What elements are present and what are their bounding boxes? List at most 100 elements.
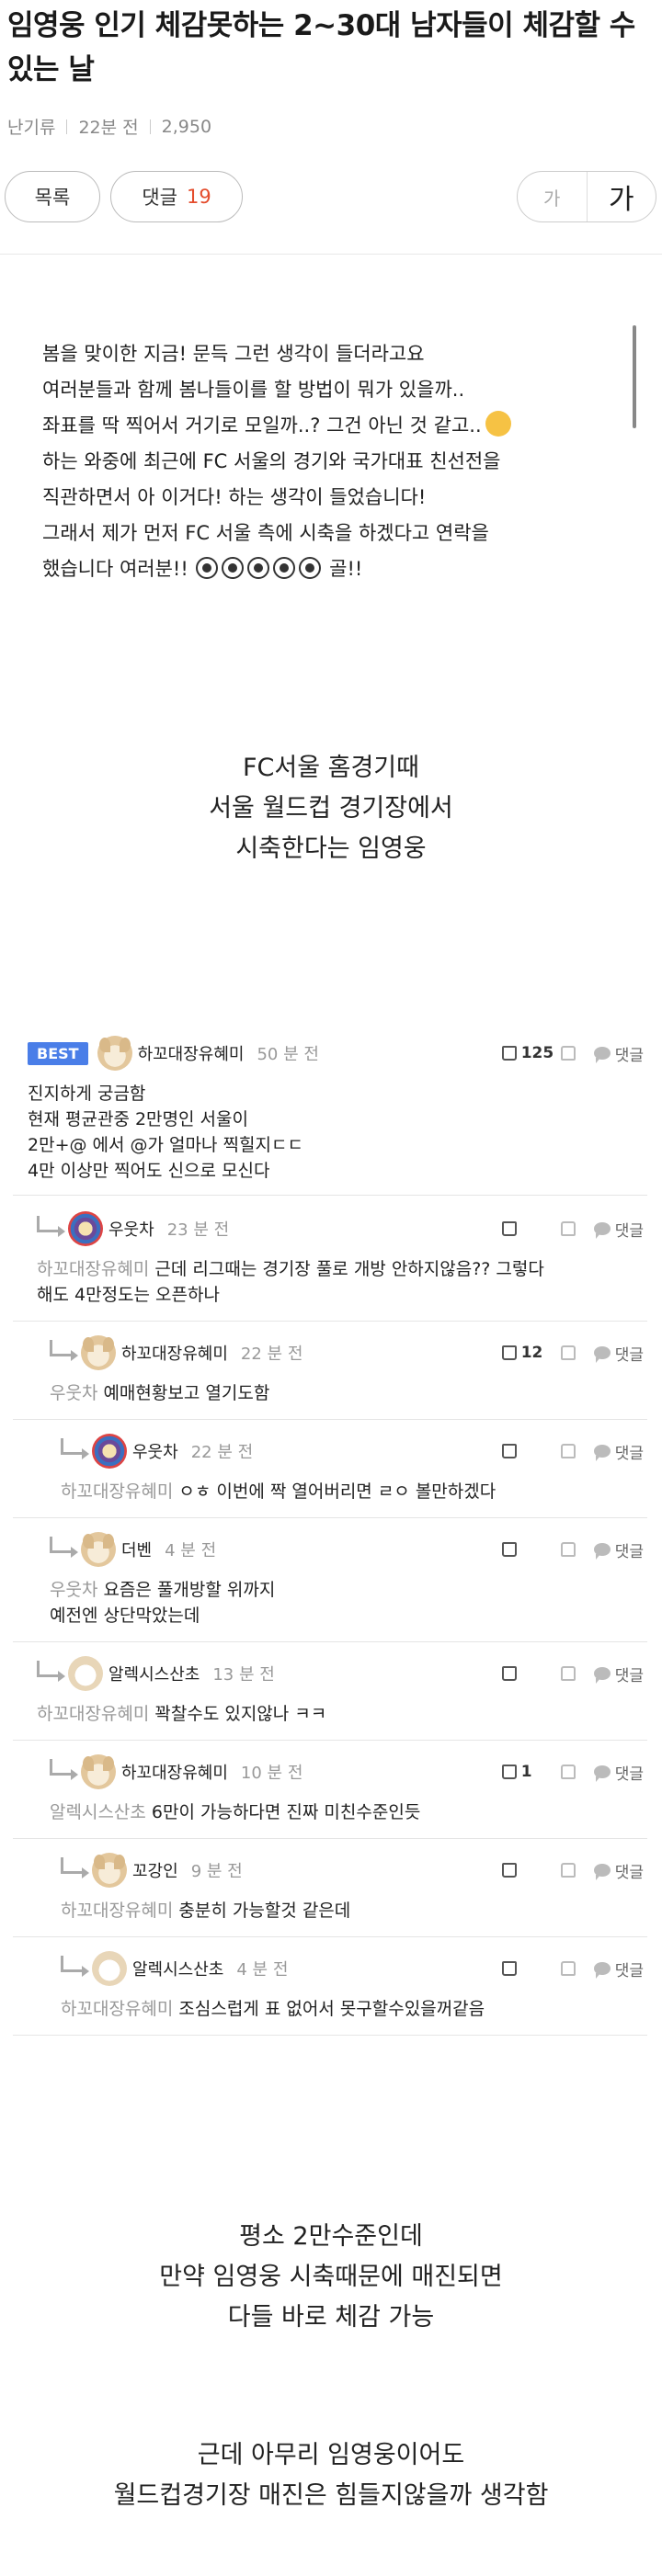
avatar[interactable] [81,1754,116,1789]
avatar[interactable] [68,1656,103,1691]
like-button[interactable]: 125 [501,1044,557,1062]
like-button[interactable] [501,1863,557,1878]
comment-author[interactable]: 알렉시스산초 [108,1662,200,1685]
comment-time: 23 분 전 [166,1220,230,1240]
comment-author[interactable]: 하꼬대장유혜미 [121,1341,228,1365]
comment-item: 꼬강인 9 분 전 댓글 하꼬대장유혜미 충분히 가능할것 같은데 [13,1848,647,1937]
post-intro: 봄을 맞이한 지금! 문득 그런 생각이 들더라고요 여러분들과 함께 봄나들이… [42,336,612,587]
intro-line: 그래서 제가 먼저 FC 서울 측에 시축을 하겠다고 연락을 [42,522,489,544]
thumbs-down-icon[interactable] [560,1961,576,1976]
reply-button[interactable]: 댓글 [615,1761,644,1784]
caption-line: 만약 임영웅 시축때문에 매진되면 [159,2263,503,2291]
intro-line: 하는 와중에 최근에 FC 서울의 경기와 국가대표 친선전을 [42,450,501,472]
reply-target[interactable]: 우웃차 [50,1383,97,1403]
caption-line: FC서울 홈경기때 [242,754,419,782]
comment-author[interactable]: 우웃차 [132,1439,178,1463]
avatar[interactable] [92,1434,127,1469]
reply-button[interactable]: 댓글 [615,1218,644,1241]
thumbs-down-icon[interactable] [560,1765,576,1779]
intro-line: 봄을 맞이한 지금! 문득 그런 생각이 들더라고요 [42,343,425,365]
reply-button[interactable]: 댓글 [615,1538,644,1561]
like-button[interactable] [501,1221,557,1236]
reply-target[interactable]: 하꼬대장유혜미 [61,1901,173,1921]
thumbs-down-icon[interactable] [560,1542,576,1557]
thumbs-down-icon[interactable] [560,1444,576,1458]
reply-target[interactable]: 하꼬대장유혜미 [61,1481,173,1502]
list-button[interactable]: 목록 [5,171,100,222]
reply-button[interactable]: 댓글 [615,1859,644,1882]
best-badge: BEST [28,1041,88,1065]
comment-time: 4 분 전 [236,1960,289,1980]
soccer-ball-icon [222,557,245,579]
intro-line: 좌표를 딱 찍어서 거기로 모일까..? 그건 아닌 것 같고.. [42,408,612,444]
font-small-button[interactable]: 가 [518,172,588,221]
like-button[interactable] [501,1542,557,1557]
thumbs-down-icon[interactable] [560,1666,576,1681]
avatar[interactable] [92,1951,127,1986]
reply-target[interactable]: 하꼬대장유혜미 [37,1259,149,1279]
comment-author[interactable]: 하꼬대장유혜미 [121,1760,228,1784]
post-category: 난기류 [7,118,56,138]
avatar[interactable] [81,1532,116,1567]
reply-target[interactable]: 하꼬대장유혜미 [37,1704,149,1724]
reply-arrow-icon [61,1857,89,1878]
avatar[interactable] [97,1036,132,1071]
avatar[interactable] [81,1335,116,1370]
reply-bubble-icon [593,1667,611,1684]
soccer-ball-icon [247,557,270,579]
intro-line: 직관하면서 아 이거다! 하는 생각이 들었습니다! [42,486,427,508]
like-button[interactable] [501,1666,557,1681]
reply-bubble-icon [593,1346,611,1363]
comment-line: 현재 평균관중 2만명인 서울이 [28,1109,248,1129]
comment-button[interactable]: 댓글 19 [110,171,243,222]
thumbs-down-icon[interactable] [560,1046,576,1061]
comment-line: 하꼬대장유혜미 ㅇㅎ 이번에 짝 열어버리면 ㄹㅇ 볼만하겠다 [61,1481,496,1502]
reply-bubble-icon [593,1962,611,1979]
scrollbar[interactable] [633,325,636,428]
thumbs-down-icon[interactable] [560,1221,576,1236]
avatar[interactable] [68,1211,103,1246]
comment-line: 하꼬대장유혜미 꽉찰수도 있지않나 ㅋㅋ [37,1704,327,1724]
reply-button[interactable]: 댓글 [615,1662,644,1685]
comment-time: 13 분 전 [212,1665,275,1685]
comment-line: 알렉시스산초 6만이 가능하다면 진짜 미친수준인듯 [50,1802,421,1822]
reply-bubble-icon [593,1222,611,1239]
soccer-ball-icon [299,557,322,579]
reply-arrow-icon [61,1438,89,1459]
reply-button[interactable]: 댓글 [615,1042,644,1065]
comment-author[interactable]: 우웃차 [108,1217,154,1241]
reply-bubble-icon [593,1765,611,1782]
comment-line: 하꼬대장유혜미 조심스럽게 표 없어서 못구할수있을꺼같음 [61,1999,485,2019]
reply-bubble-icon [593,1445,611,1461]
comment-author[interactable]: 알렉시스산초 [132,1957,223,1980]
avatar[interactable] [92,1853,127,1888]
thumbs-down-icon[interactable] [560,1863,576,1878]
post-time: 22분 전 [78,118,139,138]
like-button[interactable] [501,1444,557,1458]
comment-author[interactable]: 더벤 [121,1538,152,1561]
comment-list: BEST 하꼬대장유혜미 50 분 전 125 댓글 진지하게 궁금함 현재 평… [13,1031,647,2036]
font-size-toggle: 가 가 [517,171,656,222]
reply-button[interactable]: 댓글 [615,1342,644,1365]
font-large-button[interactable]: 가 [588,172,656,221]
comment-line: 2만+@ 에서 @가 얼마나 찍힐지ㄷㄷ [28,1135,303,1155]
thumbs-down-icon[interactable] [560,1345,576,1360]
reply-button[interactable]: 댓글 [615,1958,644,1980]
reply-target[interactable]: 우웃차 [50,1580,97,1600]
thumbs-up-icon [501,1961,517,1976]
comment-item: BEST 하꼬대장유혜미 50 분 전 125 댓글 진지하게 궁금함 현재 평… [13,1031,647,1196]
comment-item: 우웃차 23 분 전 댓글 하꼬대장유혜미 근데 리그때는 경기장 풀로 개방 안… [13,1207,647,1322]
like-button[interactable] [501,1961,557,1976]
reply-button[interactable]: 댓글 [615,1440,644,1463]
comment-author[interactable]: 하꼬대장유혜미 [138,1041,245,1065]
like-button[interactable]: 12 [501,1344,557,1362]
comment-time: 10 분 전 [240,1764,303,1783]
comment-author[interactable]: 꼬강인 [132,1858,178,1882]
thumbs-up-icon [501,1444,517,1458]
thumbs-up-icon [501,1046,517,1061]
like-button[interactable]: 1 [501,1763,557,1781]
reply-target[interactable]: 하꼬대장유혜미 [61,1999,173,2019]
reply-bubble-icon [593,1543,611,1560]
thumbs-up-icon [501,1863,517,1878]
reply-target[interactable]: 알렉시스산초 [50,1802,146,1822]
